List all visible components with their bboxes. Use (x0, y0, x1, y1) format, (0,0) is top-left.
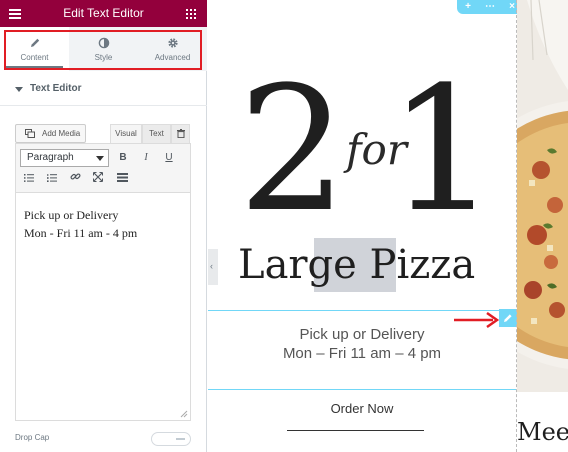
order-now-button[interactable]: Order Now (208, 401, 516, 416)
toggle-off-icon (176, 438, 185, 440)
visual-tab[interactable]: Visual (110, 124, 142, 144)
pizza-image[interactable] (517, 0, 568, 392)
underline-button[interactable]: U (160, 149, 178, 167)
add-media-button[interactable]: Add Media (15, 124, 86, 143)
gear-icon (167, 38, 178, 48)
toolbar-toggle-button[interactable] (113, 171, 131, 189)
editor-line: Pick up or Delivery (24, 208, 119, 222)
panel-header: Edit Text Editor (0, 0, 207, 27)
text-tab[interactable]: Text (142, 124, 171, 144)
tab-style-label: Style (94, 53, 113, 62)
tab-content[interactable]: Content (0, 27, 69, 71)
add-media-label: Add Media (42, 129, 81, 138)
format-dropdown-value: Paragraph (27, 152, 74, 163)
heading-number-one: 1 (388, 49, 498, 250)
add-section-icon[interactable]: + (457, 0, 479, 14)
widget-text-line: Mon – Fri 11 am – 4 pm (282, 345, 442, 362)
panel-title: Edit Text Editor (63, 6, 144, 20)
bullet-list-icon (24, 174, 34, 182)
drag-handle-icon[interactable]: ⋯ (479, 0, 501, 14)
section-toolbar: + ⋯ × (457, 0, 523, 14)
numbered-list-icon (47, 174, 57, 182)
numbered-list-button[interactable] (43, 171, 61, 189)
preview-canvas: ‹ + ⋯ × 2 for 1 Large Pizza Pick up or D… (208, 0, 568, 452)
pizza-photo (517, 0, 568, 392)
resize-grip-icon[interactable] (180, 410, 188, 418)
tab-style[interactable]: Style (69, 27, 138, 71)
tab-content-label: Content (20, 53, 49, 62)
caret-down-icon (15, 87, 23, 92)
editor-panel: Edit Text Editor Content Style Advanced … (0, 0, 207, 452)
editor-toolbar: Paragraph B I U (16, 144, 190, 193)
trash-icon (176, 129, 185, 139)
section-text-editor-header[interactable]: Text Editor (0, 72, 207, 106)
panel-tabs: Content Style Advanced (0, 27, 207, 71)
order-now-underline (287, 430, 424, 431)
section-title: Text Editor (30, 83, 82, 94)
meet-heading: Meet (517, 418, 568, 446)
trash-button[interactable] (171, 124, 190, 144)
link-button[interactable] (66, 171, 84, 189)
media-icon (25, 129, 35, 138)
italic-button[interactable]: I (137, 149, 155, 167)
editor-content[interactable]: Pick up or Delivery Mon - Fri 11 am - 4 … (24, 206, 137, 242)
drop-cap-label: Drop Cap (15, 433, 50, 442)
bold-button[interactable]: B (114, 149, 132, 167)
fullscreen-button[interactable] (89, 171, 107, 189)
chevron-down-icon (96, 156, 104, 161)
contrast-icon (98, 37, 109, 49)
sub-heading: Large Pizza (238, 242, 476, 288)
widgets-grid-icon[interactable] (186, 9, 196, 19)
tab-advanced-label: Advanced (154, 53, 191, 62)
text-editor-box[interactable]: Paragraph B I U Pick up or Delivery Mon … (15, 143, 191, 421)
arrow-right-icon (454, 311, 500, 329)
link-icon (69, 173, 81, 180)
panel-collapse-handle[interactable]: ‹ (208, 249, 218, 285)
format-dropdown[interactable]: Paragraph (20, 149, 109, 167)
editor-line: Mon - Fri 11 am - 4 pm (24, 226, 138, 240)
tab-advanced[interactable]: Advanced (138, 27, 207, 71)
pencil-icon (30, 38, 39, 47)
toolbar-toggle-icon (116, 173, 128, 182)
bullet-list-button[interactable] (20, 171, 38, 189)
heading-number-two: 2 (238, 49, 348, 250)
drop-cap-toggle[interactable] (151, 432, 191, 446)
chevron-left-icon: ‹ (210, 261, 213, 271)
expand-icon (93, 172, 103, 182)
